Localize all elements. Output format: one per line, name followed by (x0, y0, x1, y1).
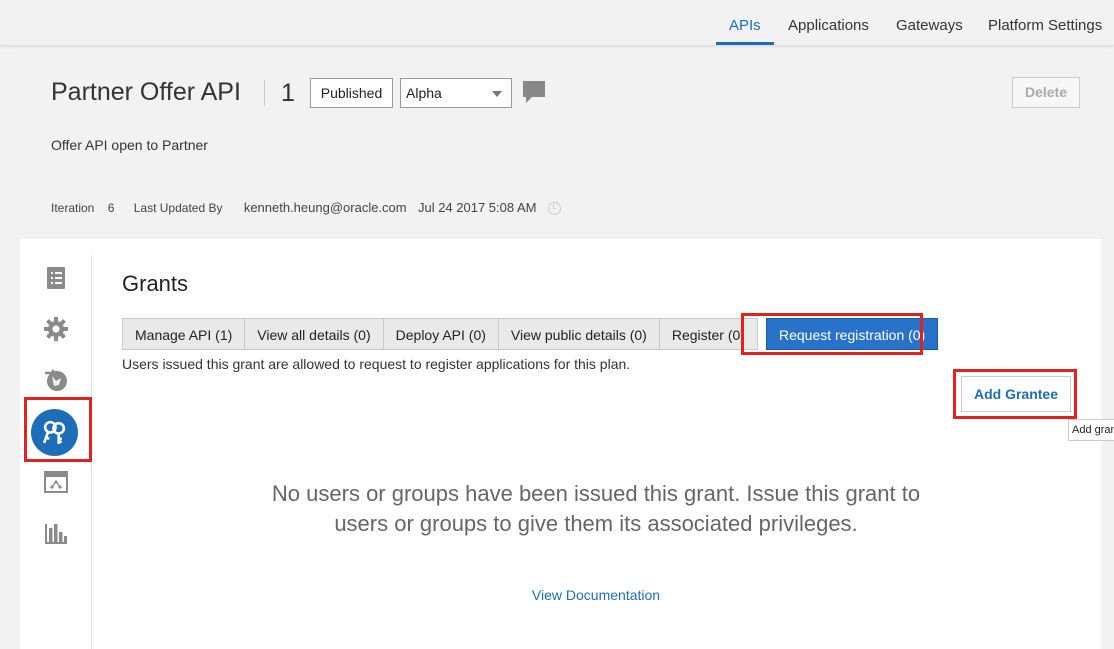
tab-deploy-api[interactable]: Deploy API (0) (382, 318, 498, 350)
tooltip: Add gran (1068, 419, 1114, 441)
api-portal-icon[interactable] (43, 469, 69, 495)
tab-manage-api[interactable]: Manage API (1) (122, 318, 245, 350)
add-grantee-button[interactable]: Add Grantee (961, 376, 1071, 412)
clock-icon (547, 202, 561, 215)
grant-tabs: Manage API (1) View all details (0) Depl… (122, 318, 939, 350)
stage-select[interactable]: Alpha (400, 78, 512, 108)
view-documentation-link[interactable]: View Documentation (270, 587, 922, 603)
iteration-value: 6 (107, 201, 115, 215)
tab-view-all-details[interactable]: View all details (0) (244, 318, 383, 350)
last-updated-label: Last Updated By (133, 201, 223, 215)
nav-gateways[interactable]: Gateways (896, 0, 963, 46)
last-updated-by: kenneth.heung@oracle.com (243, 200, 407, 215)
api-metadata: Iteration 6 Last Updated By kenneth.heun… (51, 200, 561, 215)
nav-platform-settings[interactable]: Platform Settings (988, 0, 1102, 46)
title-divider (264, 80, 265, 106)
nav-apis[interactable]: APIs (716, 0, 774, 46)
api-details-icon[interactable] (43, 265, 69, 291)
api-version: 1 (281, 79, 295, 107)
settings-icon[interactable] (43, 316, 69, 342)
keys-icon (42, 420, 66, 444)
analytics-icon[interactable] (43, 520, 69, 546)
tab-request-registration[interactable]: Request registration (0) (765, 318, 939, 350)
api-title: Partner Offer API (51, 78, 241, 106)
state-button[interactable]: Published (310, 78, 393, 108)
comment-icon[interactable] (522, 80, 546, 104)
api-description: Offer API open to Partner (51, 137, 208, 153)
empty-state-message: No users or groups have been issued this… (271, 481, 921, 536)
iteration-label: Iteration (51, 201, 95, 215)
tab-register[interactable]: Register (0) (658, 318, 758, 350)
grants-panel: Grants Manage API (1) View all details (… (20, 239, 1114, 649)
deployments-icon[interactable] (43, 367, 69, 393)
grants-nav-button[interactable] (31, 409, 78, 456)
grant-description: Users issued this grant are allowed to r… (122, 356, 631, 372)
nav-applications[interactable]: Applications (788, 0, 869, 46)
sidebar-divider (91, 255, 92, 649)
grants-title: Grants (122, 271, 189, 296)
delete-button[interactable]: Delete (1012, 77, 1080, 108)
tab-view-public-details[interactable]: View public details (0) (497, 318, 659, 350)
chevron-down-icon (492, 91, 502, 97)
stage-select-value: Alpha (406, 85, 442, 101)
api-header: Partner Offer API 1 Published Alpha Dele… (20, 48, 1101, 239)
top-navigation: APIs Applications Gateways Platform Sett… (0, 0, 1114, 46)
last-updated-at: Jul 24 2017 5:08 AM (417, 200, 537, 215)
